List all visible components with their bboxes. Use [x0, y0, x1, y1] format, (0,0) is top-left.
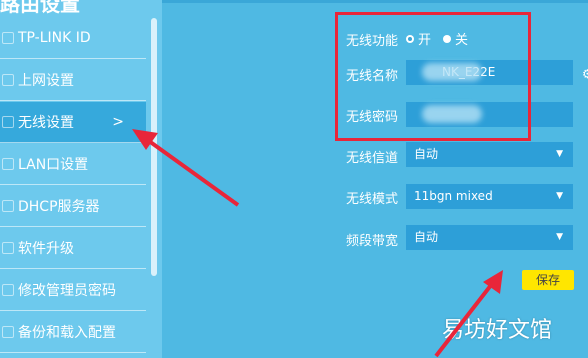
arrow-to-save: [434, 270, 503, 358]
arrow-to-wireless: [132, 129, 240, 207]
annotation-arrows: [132, 129, 503, 358]
